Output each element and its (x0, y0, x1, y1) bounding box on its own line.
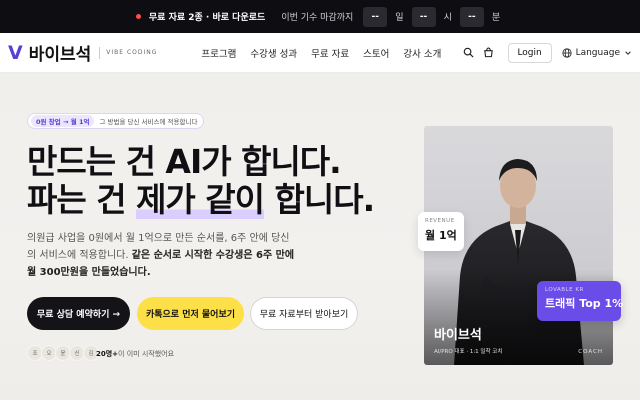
countdown-days-unit: 일 (395, 13, 404, 23)
headline-line-1: 만드는 건 AI가 합니다. (27, 142, 342, 181)
language-label: Language (575, 47, 620, 58)
free-resources-button[interactable]: 무료 자료부터 받아보기 (250, 297, 358, 330)
countdown-minutes-unit: 분 (491, 13, 501, 23)
hero-headline: 만드는 건 AI가 합니다. 파는 건 제가 같이 합니다. (27, 142, 375, 219)
nav-item-store[interactable]: 스토어 (363, 46, 389, 60)
avatar-stack: 조 오 윤 신 김 (27, 345, 99, 361)
headline-line-2-end: 합니다. (264, 180, 375, 219)
deadline-label: 이번 기수 마감까지 (281, 13, 354, 23)
kakao-ask-button[interactable]: 카톡으로 먼저 물어보기 (137, 297, 244, 330)
hero-description: 의원급 사업을 0원에서 월 1억으로 만든 순서를, 6주 안에 당신의 서비… (27, 230, 297, 281)
headline-line-2: 파는 건 제가 같이 합니다. (27, 180, 375, 219)
headline-highlight: 제가 같이 (136, 180, 265, 219)
promo-link[interactable]: 무료 자료 2종 · 바로 다운로드 (149, 10, 265, 23)
cart-icon[interactable] (482, 46, 496, 60)
revenue-label: REVENUE (425, 218, 455, 224)
logo-subtitle: VIBE CODING (106, 49, 158, 56)
search-icon[interactable] (462, 46, 476, 60)
social-proof-count: 20명+ (96, 350, 119, 358)
site-header: V 바이브석 VIBE CODING 프로그램 수강생 성과 무료 자료 스토어… (0, 33, 640, 73)
globe-icon (561, 47, 572, 58)
nav-item-instructor[interactable]: 강사 소개 (403, 46, 441, 60)
countdown-days: -- (363, 6, 388, 27)
coach-subtitle: AI/PRO 대표 · 1:1 밀착 코치 (434, 349, 503, 355)
revenue-value: 월 1억 (425, 229, 457, 242)
revenue-badge: REVENUE 월 1억 (418, 212, 464, 251)
traffic-badge: LOVABLE KR 트래픽 Top 1% (537, 281, 624, 321)
hero-section: 0원 창업 → 월 1억 그 방법을 당신 서비스에 적용합니다 만드는 건 A… (0, 73, 640, 400)
hero-pill-text: 그 방법을 당신 서비스에 적용합니다 (99, 118, 198, 126)
countdown-minutes: -- (459, 6, 484, 27)
main-nav: 프로그램 수강생 성과 무료 자료 스토어 강사 소개 (201, 46, 441, 60)
traffic-value: 트래픽 Top 1% (545, 297, 624, 310)
social-proof: 20명+이 이미 시작했어요 (96, 349, 174, 359)
login-button[interactable]: Login (507, 42, 552, 63)
nav-item-program[interactable]: 프로그램 (201, 46, 236, 60)
countdown-hours-unit: 시 (443, 13, 452, 23)
language-selector[interactable]: Language (561, 47, 632, 58)
coach-role: COACH (578, 349, 603, 355)
countdown-hours: -- (411, 6, 436, 27)
live-dot-icon (135, 14, 141, 19)
traffic-label: LOVABLE KR (545, 287, 584, 293)
headline-line-2-start: 파는 건 (27, 180, 137, 219)
hero-pill-tag: 0원 창업 → 월 1억 (31, 115, 95, 127)
logo-text[interactable]: 바이브석 (29, 40, 92, 65)
social-proof-text: 이 이미 시작했어요 (118, 350, 175, 358)
book-consultation-button[interactable]: 무료 상담 예약하기 → (27, 297, 130, 330)
nav-item-results[interactable]: 수강생 성과 (250, 46, 297, 60)
logo-mark[interactable]: V (8, 42, 23, 64)
logo-divider (99, 46, 101, 59)
nav-item-free-resources[interactable]: 무료 자료 (311, 46, 349, 60)
announcement-bar: 무료 자료 2종 · 바로 다운로드 이번 기수 마감까지 -- 일 -- 시 … (0, 0, 640, 33)
coach-name: 바이브석 (434, 328, 482, 343)
hero-pill: 0원 창업 → 월 1억 그 방법을 당신 서비스에 적용합니다 (27, 113, 205, 129)
chevron-down-icon (625, 50, 631, 55)
